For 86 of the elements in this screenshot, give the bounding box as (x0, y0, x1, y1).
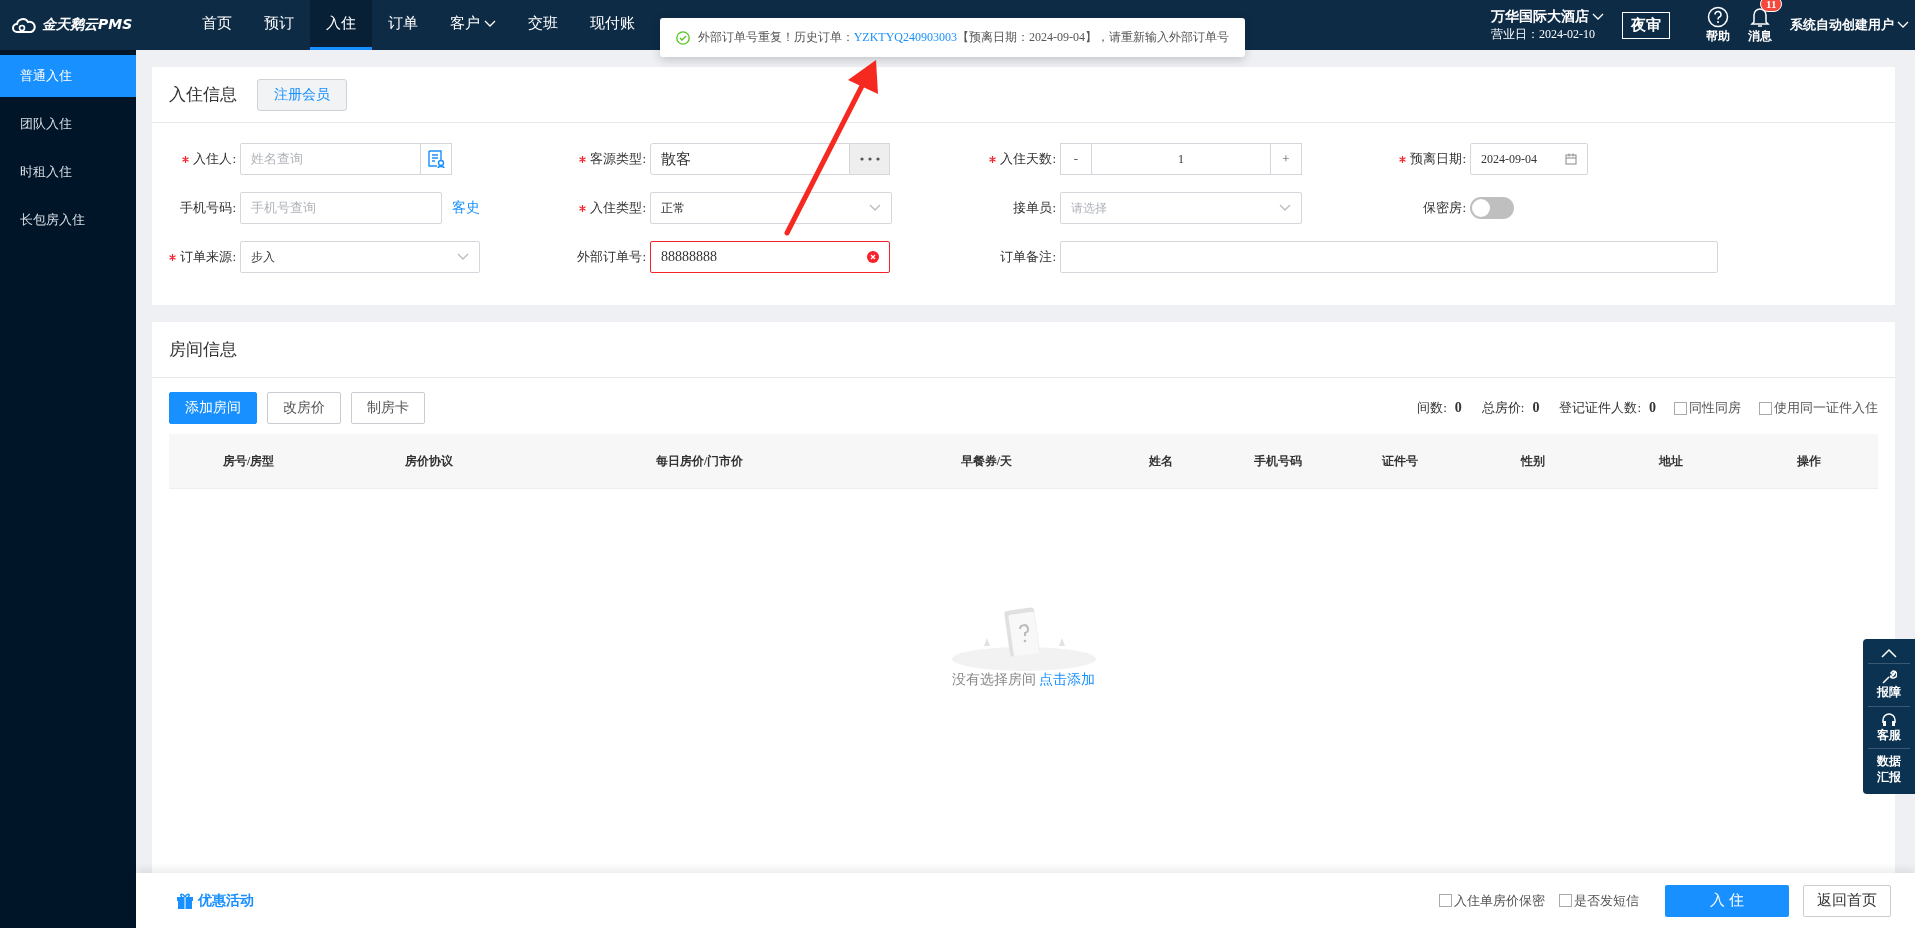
stat-value: 0 (1454, 400, 1462, 416)
nav-tab[interactable]: 现付账 (574, 0, 651, 50)
column-header: 每日房价/门市价 (655, 452, 745, 470)
section-title: 房间信息 (169, 339, 237, 361)
help-icon[interactable] (1707, 5, 1729, 28)
column-header: 房号/房型 (221, 452, 276, 470)
select-field[interactable]: 步入 (240, 241, 480, 273)
clear-icon[interactable] (867, 251, 879, 263)
room-action-button[interactable]: 制房卡 (351, 392, 425, 424)
calendar-icon (1565, 153, 1577, 165)
wrench-icon (1881, 669, 1897, 685)
stat-value: 0 (1532, 400, 1540, 416)
external-order-field[interactable]: 88888888 (650, 241, 890, 273)
section-title: 入住信息 (169, 84, 237, 106)
headset-icon (1881, 711, 1897, 728)
nav-tab[interactable]: 客户 (434, 0, 512, 50)
column-header: 房价协议 (404, 452, 455, 470)
nav-tab[interactable]: 预订 (248, 0, 310, 50)
field-label: 保密房: (1423, 200, 1466, 215)
toggle-switch[interactable] (1470, 197, 1514, 219)
column-header: 姓名 (1148, 452, 1175, 470)
tool-label[interactable]: 报障 (1877, 685, 1901, 701)
column-header: 性别 (1519, 452, 1546, 470)
checkbox-label[interactable]: 使用同一证件入住 (1774, 399, 1878, 417)
checkbox-label[interactable]: 入住单房价保密 (1454, 891, 1545, 910)
help-label[interactable]: 帮助 (1706, 27, 1730, 45)
more-icon[interactable] (850, 143, 890, 175)
checkbox[interactable] (1439, 894, 1452, 907)
field-label: 外部订单号: (577, 249, 646, 264)
notification-badge: 11 (1760, 0, 1783, 12)
checkbox-label[interactable]: 是否发短信 (1574, 891, 1639, 910)
nav-tab[interactable]: 入住 (310, 0, 372, 50)
checkbox[interactable] (1759, 401, 1772, 415)
chevron-down-icon (457, 253, 469, 261)
field-label: 入住类型: (579, 200, 646, 215)
field-label: 手机号码: (180, 200, 236, 215)
checkbox[interactable] (1559, 894, 1572, 907)
field-label: 入住人: (182, 151, 236, 166)
stat-label: 总房价: (1481, 399, 1525, 417)
stat-value: 0 (1649, 400, 1656, 416)
nav-tab[interactable]: 订单 (372, 0, 434, 50)
chevron-up-icon[interactable] (1881, 648, 1897, 658)
app-logo: 金天鹅云PMS (42, 16, 133, 34)
room-action-button[interactable]: 改房价 (267, 392, 341, 424)
nav-tab[interactable]: 交班 (512, 0, 574, 50)
success-icon (676, 30, 690, 45)
tool-label[interactable]: 客服 (1877, 727, 1901, 744)
column-header: 证件号 (1381, 452, 1420, 470)
toast-message: 外部订单号重复！历史订单：YZKTYQ240903003【预离日期：2024-09-04】，请重新输入外部订单号 (697, 29, 1229, 46)
sidebar-item[interactable]: 团队入住 (0, 103, 136, 145)
messages-label[interactable]: 消息 (1748, 27, 1772, 45)
cloud-logo-icon (12, 17, 36, 33)
chevron-down-icon (1279, 204, 1291, 212)
chevron-down-icon (1592, 12, 1604, 21)
column-header: 操作 (1796, 452, 1822, 470)
empty-message: 没有选择房间 点击添加 (951, 671, 1096, 689)
source-type-field[interactable]: 散客 (650, 143, 850, 175)
sidebar-item[interactable]: 长包房入住 (0, 199, 136, 241)
chevron-down-icon (869, 204, 881, 212)
date-field[interactable]: 2024-09-04 (1470, 143, 1588, 175)
checkbox-label[interactable]: 同性同房 (1689, 399, 1741, 417)
hotel-switcher[interactable]: 万华国际大酒店 (1491, 7, 1604, 26)
business-date: 营业日：2024-02-10 (1491, 25, 1595, 43)
stat-label: 登记证件人数: (1559, 399, 1641, 417)
nav-tab[interactable]: 首页 (186, 0, 248, 50)
sidebar-item[interactable]: 时租入住 (0, 151, 136, 193)
chevron-down-icon (1897, 21, 1909, 29)
night-audit-button[interactable]: 夜审 (1622, 11, 1670, 39)
remark-field[interactable] (1060, 241, 1718, 273)
field-label: 预离日期: (1399, 151, 1466, 166)
checkbox[interactable] (1674, 401, 1687, 415)
field-label: 订单备注: (1000, 249, 1056, 264)
field-label: 订单来源: (169, 249, 236, 264)
field-label: 客源类型: (579, 151, 646, 166)
column-header: 地址 (1657, 452, 1684, 470)
stat-label: 间数: (1417, 399, 1447, 417)
id-card-icon[interactable] (420, 143, 452, 175)
select-field[interactable]: 正常 (650, 192, 892, 224)
gift-icon (176, 891, 194, 910)
user-menu[interactable]: 系统自动创建用户 (1790, 16, 1909, 34)
field-label: 入住天数: (989, 151, 1056, 166)
column-header: 早餐券/天 (959, 452, 1013, 470)
tool-label[interactable]: 数据汇报 (1877, 754, 1901, 786)
column-header: 手机号码 (1253, 452, 1304, 470)
back-home-button[interactable]: 返回首页 (1803, 884, 1891, 917)
field-label: 接单员: (1013, 200, 1056, 215)
